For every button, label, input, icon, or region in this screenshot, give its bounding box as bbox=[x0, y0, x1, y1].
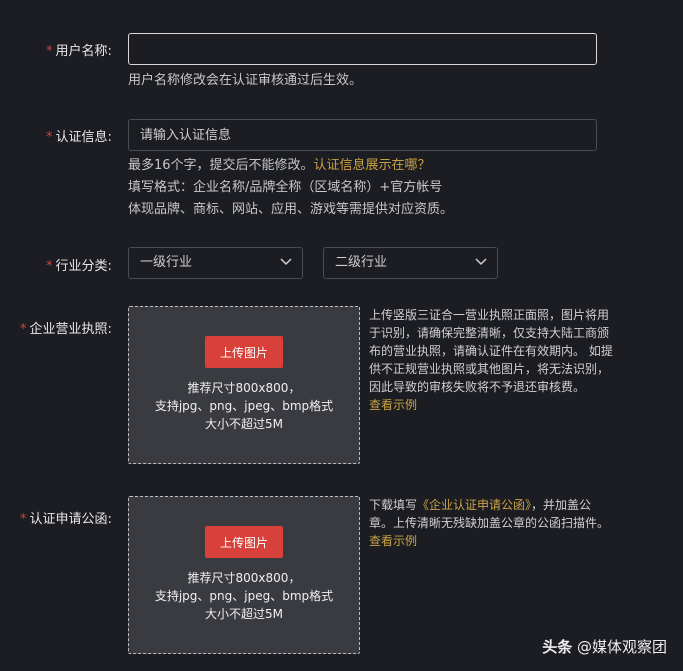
primary-industry-value: 一级行业 bbox=[140, 255, 193, 270]
auth-info-input[interactable] bbox=[128, 119, 597, 151]
watermark: 头条 @媒体观察团 bbox=[542, 636, 667, 657]
auth-info-hint-line3: 体现品牌、商标、网站、应用、游戏等需提供对应资质。 bbox=[128, 202, 454, 217]
letter-label: * 认证申请公函: bbox=[20, 508, 112, 527]
spec-size: 推荐尺寸800x800， bbox=[187, 571, 301, 585]
letter-label-text: 认证申请公函: bbox=[29, 512, 112, 527]
spec-format: 支持jpg、png、jpeg、bmp格式 bbox=[154, 589, 334, 603]
industry-label-text: 行业分类: bbox=[55, 259, 112, 274]
letter-description: 下载填写《企业认证申请公函》，并加盖公章。上传清晰无残缺加盖公章的公函扫描件。 … bbox=[369, 496, 613, 550]
letter-upload-spec: 推荐尺寸800x800， 支持jpg、png、jpeg、bmp格式 大小不超过5… bbox=[129, 569, 359, 623]
license-label: * 企业营业执照: bbox=[20, 318, 112, 337]
username-label-text: 用户名称: bbox=[55, 44, 112, 59]
license-label-text: 企业营业执照: bbox=[29, 322, 112, 337]
spec-filesize: 大小不超过5M bbox=[205, 607, 283, 621]
license-upload-area[interactable]: 上传图片 推荐尺寸800x800， 支持jpg、png、jpeg、bmp格式 大… bbox=[128, 306, 360, 464]
username-hint: 用户名称修改会在认证审核通过后生效。 bbox=[128, 73, 363, 88]
secondary-industry-select[interactable]: 二级行业 bbox=[323, 247, 498, 279]
chevron-down-icon bbox=[475, 258, 487, 266]
letter-template-link[interactable]: 《企业认证申请公函》 bbox=[417, 498, 531, 512]
auth-info-hint-text: 最多16个字，提交后不能修改。 bbox=[128, 158, 314, 173]
industry-label: * 行业分类: bbox=[46, 255, 112, 274]
letter-upload-button[interactable]: 上传图片 bbox=[205, 526, 283, 558]
watermark-author: @媒体观察团 bbox=[576, 638, 667, 656]
auth-info-hint: 最多16个字，提交后不能修改。认证信息展示在哪？ 填写格式：企业名称/品牌全称（… bbox=[128, 155, 453, 221]
watermark-brand: 头条 bbox=[542, 638, 573, 656]
letter-example-link[interactable]: 查看示例 bbox=[369, 534, 417, 548]
primary-industry-select[interactable]: 一级行业 bbox=[128, 247, 303, 279]
spec-size: 推荐尺寸800x800， bbox=[187, 381, 301, 395]
license-description: 上传竖版三证合一营业执照正面照，图片将用于识别，请确保完整清晰，仅支持大陆工商颁… bbox=[369, 306, 613, 414]
license-upload-spec: 推荐尺寸800x800， 支持jpg、png、jpeg、bmp格式 大小不超过5… bbox=[129, 379, 359, 433]
letter-upload-area[interactable]: 上传图片 推荐尺寸800x800， 支持jpg、png、jpeg、bmp格式 大… bbox=[128, 496, 360, 654]
secondary-industry-value: 二级行业 bbox=[335, 255, 388, 270]
username-label: * 用户名称: bbox=[46, 40, 112, 59]
spec-filesize: 大小不超过5M bbox=[205, 417, 283, 431]
required-star: * bbox=[46, 259, 53, 274]
chevron-down-icon bbox=[280, 258, 292, 266]
letter-desc-prefix: 下载填写 bbox=[369, 498, 418, 512]
auth-info-label-text: 认证信息: bbox=[55, 130, 112, 145]
username-input[interactable] bbox=[128, 33, 597, 65]
auth-info-display-link[interactable]: 认证信息展示在哪？ bbox=[314, 158, 431, 173]
auth-info-hint-line1: 最多16个字，提交后不能修改。认证信息展示在哪？ bbox=[128, 155, 453, 177]
required-star: * bbox=[20, 322, 27, 337]
required-star: * bbox=[46, 130, 53, 145]
required-star: * bbox=[20, 512, 27, 527]
spec-format: 支持jpg、png、jpeg、bmp格式 bbox=[154, 399, 334, 413]
license-upload-button[interactable]: 上传图片 bbox=[205, 336, 283, 368]
auth-info-hint-line2: 填写格式：企业名称/品牌全称（区域名称）+官方帐号 bbox=[128, 180, 443, 195]
license-example-link[interactable]: 查看示例 bbox=[369, 398, 417, 412]
auth-info-label: * 认证信息: bbox=[46, 126, 112, 145]
license-description-text: 上传竖版三证合一营业执照正面照，图片将用于识别，请确保完整清晰，仅支持大陆工商颁… bbox=[369, 308, 613, 394]
required-star: * bbox=[46, 44, 53, 59]
